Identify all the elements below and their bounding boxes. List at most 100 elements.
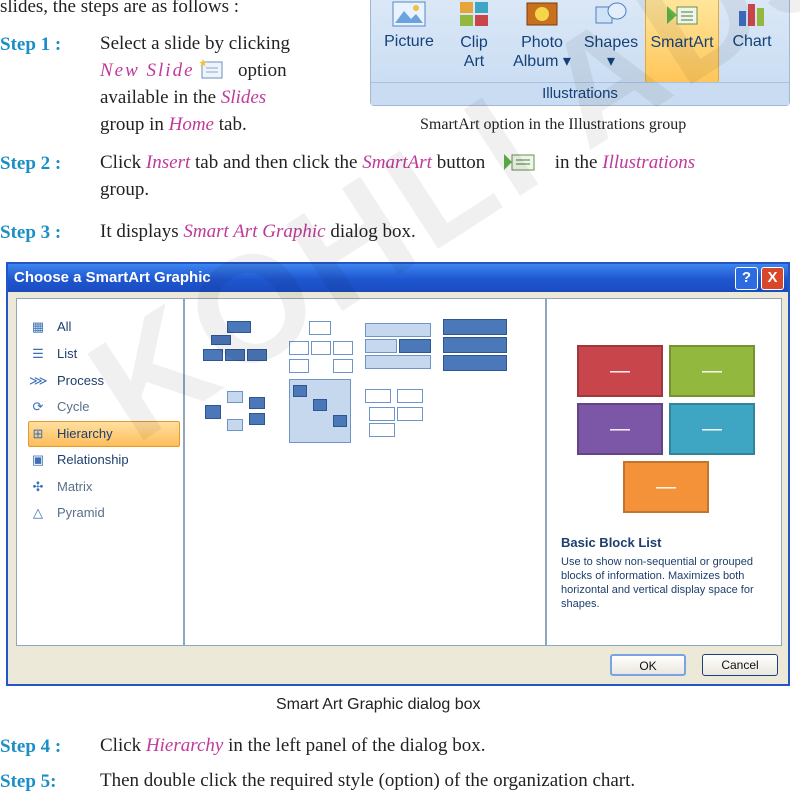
clip-art-label: Clip Art: [460, 34, 488, 70]
illustrations-group-label: Illustrations: [371, 82, 789, 105]
category-matrix[interactable]: ✣ Matrix: [29, 475, 179, 499]
step-2-part-5: group.: [100, 179, 150, 200]
shapes-button[interactable]: Shapes ▾: [579, 0, 643, 81]
ribbon-caption: SmartArt option in the Illustrations gro…: [420, 116, 687, 133]
step-2-text: Click Insert tab and then click the Smar…: [100, 149, 800, 203]
list-icon: ☰: [32, 346, 44, 361]
step-4-label: Step 4 :: [0, 736, 62, 757]
step-2-part-3: button: [436, 152, 486, 173]
step-2-part-4: in the: [554, 152, 598, 173]
step-1-part-2: option: [238, 60, 287, 81]
category-all[interactable]: ▦ All: [29, 315, 179, 339]
basic-block-list-preview: — — — — —: [559, 331, 759, 519]
all-icon: ▦: [31, 319, 45, 334]
category-hierarchy[interactable]: ⊞ Hierarchy: [28, 421, 180, 447]
preview-block: —: [669, 403, 755, 455]
preview-description: Use to show non-sequential or grouped bl…: [561, 556, 754, 610]
step-4-text: Click Hierarchy in the left panel of the…: [100, 732, 486, 759]
category-process[interactable]: ⋙ Process: [29, 369, 179, 393]
step-2-illustrations: Illustrations: [602, 152, 696, 173]
category-label: Relationship: [57, 452, 129, 467]
step-3-text: It displays Smart Art Graphic dialog box…: [100, 218, 416, 245]
matrix-icon: ✣: [32, 479, 44, 494]
ok-button[interactable]: OK: [610, 654, 686, 676]
preview-title: Basic Block List: [561, 535, 662, 550]
category-label: Process: [57, 373, 104, 388]
hierarchy-layout-name-title[interactable]: [285, 321, 355, 373]
photo-album-button[interactable]: Photo Album ▾: [507, 0, 577, 81]
category-label: Pyramid: [57, 505, 105, 520]
step-1-part-4: group in: [100, 114, 164, 135]
shapes-icon: [595, 2, 627, 24]
step-1-new-slide: New Slide: [100, 60, 195, 81]
relationship-icon: ▣: [31, 452, 45, 467]
step-2-label: Step 2 :: [0, 153, 62, 174]
process-icon: ⋙: [29, 373, 48, 388]
smartart-icon: [667, 6, 698, 25]
picture-label: Picture: [384, 33, 434, 50]
cancel-button[interactable]: Cancel: [702, 654, 778, 676]
category-list: ▦ All ☰ List ⋙ Process ⟳ Cycle ⊞ Hierarchy ▣ R…: [16, 298, 184, 646]
dialog-caption: Smart Art Graphic dialog box: [276, 696, 481, 713]
clip-art-icon: [460, 2, 488, 26]
intro-text: slides, the steps are as follows :: [0, 0, 240, 17]
pyramid-icon: △: [33, 505, 43, 520]
category-cycle[interactable]: ⟳ Cycle: [29, 395, 179, 419]
step-1-text: Select a slide by clicking New Slide opt…: [100, 30, 330, 138]
category-label: List: [57, 346, 78, 361]
chart-button[interactable]: Chart: [721, 0, 783, 81]
category-relationship[interactable]: ▣ Relationship: [29, 448, 179, 472]
step-3-smart-art-graphic: Smart Art Graphic: [183, 221, 326, 242]
step-1-slides: Slides: [220, 87, 267, 108]
chart-label: Chart: [732, 33, 772, 50]
step-4-part-1: Click: [100, 735, 142, 756]
step-3-part-2: dialog box.: [330, 221, 416, 242]
help-button[interactable]: ?: [735, 267, 758, 290]
step-2-smartart: SmartArt: [362, 152, 432, 173]
step-4-hierarchy: Hierarchy: [145, 735, 224, 756]
preview-block: —: [623, 461, 709, 513]
step-5-part-1: Then double click the required style (op…: [100, 770, 636, 791]
preview-block: —: [577, 345, 663, 397]
hierarchy-icon: ⊞: [32, 426, 44, 441]
smartart-dialog: Choose a SmartArt Graphic ? X ▦ All ☰ List…: [6, 262, 790, 686]
category-list-item[interactable]: ☰ List: [29, 342, 179, 366]
category-label: Matrix: [57, 479, 93, 494]
step-1-label: Step 1 :: [0, 34, 62, 55]
step-5-label: Step 5:: [0, 771, 57, 792]
hierarchy-layout-half-circle[interactable]: [365, 323, 431, 371]
step-1-part-1: Select a slide by clicking: [100, 33, 290, 54]
step-3-label: Step 3 :: [0, 222, 62, 243]
category-label: Cycle: [57, 399, 90, 414]
hierarchy-layout-org-chart[interactable]: [203, 321, 273, 371]
close-button[interactable]: X: [761, 267, 784, 290]
picture-button[interactable]: Picture: [375, 0, 443, 81]
step-5-text: Then double click the required style (op…: [100, 767, 635, 794]
category-pyramid[interactable]: △ Pyramid: [29, 501, 179, 525]
smartart-inline-icon: [504, 154, 535, 171]
photo-album-label: Photo Album ▾: [513, 34, 571, 70]
hierarchy-layout-labeled[interactable]: [289, 379, 351, 443]
step-2-part-2: tab and then click the: [195, 152, 358, 173]
step-1-part-3: available in the: [100, 87, 217, 108]
category-label: All: [57, 319, 72, 334]
category-label: Hierarchy: [57, 426, 113, 441]
preview-block: —: [577, 403, 663, 455]
step-4-part-2: in the left panel of the dialog box.: [228, 735, 486, 756]
shapes-label: Shapes ▾: [583, 34, 639, 70]
hierarchy-layout-table[interactable]: [365, 389, 427, 437]
photo-album-icon: [526, 2, 558, 26]
smartart-label: SmartArt: [650, 34, 714, 51]
illustrations-ribbon: Picture Clip Art Photo Album ▾ Shapes ▾ …: [370, 0, 790, 106]
new-slide-icon: [199, 59, 223, 79]
chart-icon: [739, 4, 764, 26]
smartart-button[interactable]: SmartArt: [645, 0, 719, 83]
hierarchy-layout-horizontal[interactable]: [443, 319, 507, 371]
dialog-title: Choose a SmartArt Graphic: [14, 269, 211, 286]
layout-gallery: [184, 298, 546, 646]
cycle-icon: ⟳: [32, 399, 44, 414]
dialog-titlebar: Choose a SmartArt Graphic ? X: [8, 264, 788, 292]
step-1-part-5: tab.: [218, 114, 247, 135]
hierarchy-layout-horizontal-org[interactable]: [205, 391, 275, 431]
clip-art-button[interactable]: Clip Art: [447, 0, 501, 81]
